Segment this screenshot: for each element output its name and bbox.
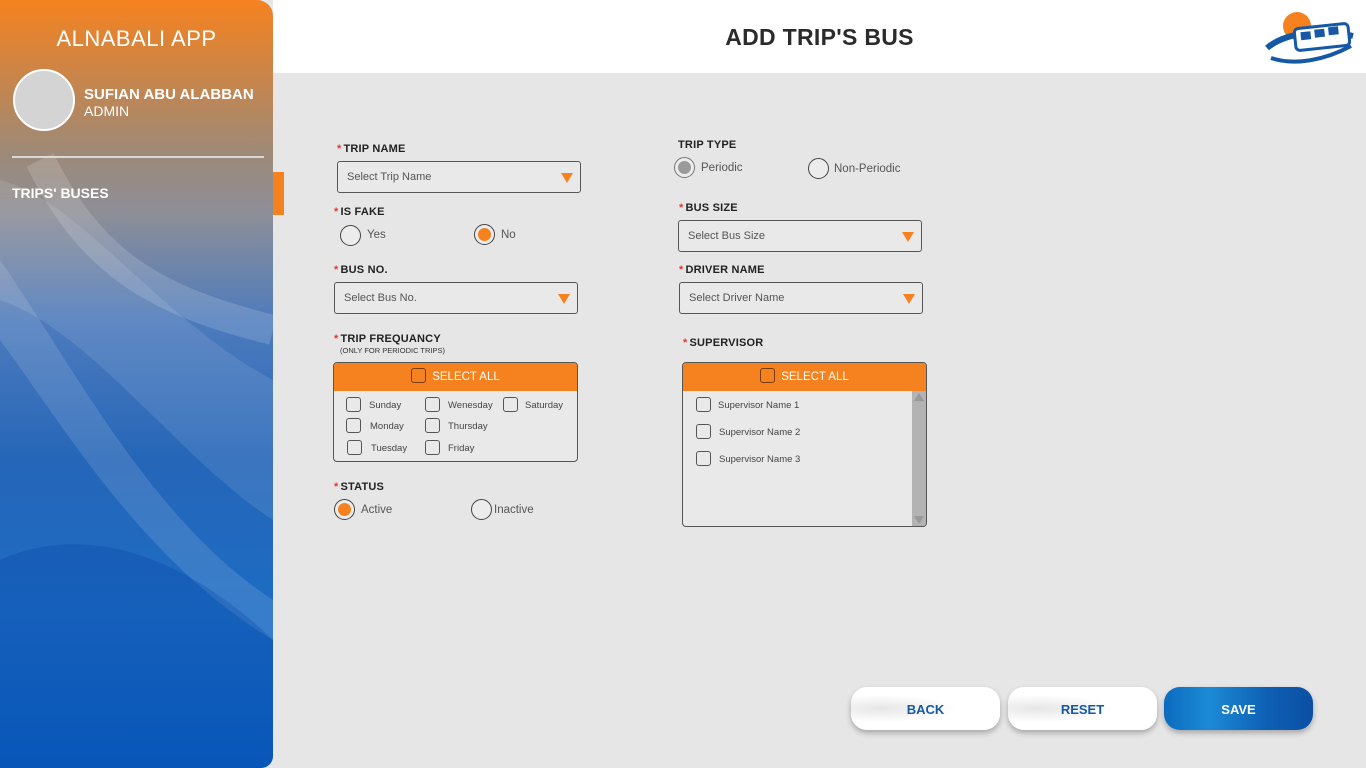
save-button[interactable]: SAVE	[1164, 687, 1313, 730]
supervisor-2-label: Supervisor Name 2	[719, 427, 801, 438]
scroll-down-icon[interactable]	[914, 516, 924, 524]
trip-frequency-note: (ONLY FOR PERIODIC TRIPS)	[340, 346, 446, 355]
wednesday-checkbox[interactable]	[425, 397, 440, 412]
trip-name-select[interactable]: Select Trip Name	[337, 161, 581, 193]
bus-size-label: * BUS SIZE	[679, 202, 738, 214]
frequency-select-all-bar[interactable]: SELECT ALL	[334, 363, 577, 391]
trip-frequency-label: * TRIP FREQUANCY	[334, 333, 441, 345]
bus-no-select[interactable]: Select Bus No.	[334, 282, 578, 314]
sunday-checkbox[interactable]	[346, 397, 361, 412]
supervisor-select-all-bar[interactable]: SELECT ALL	[683, 363, 926, 391]
monday-checkbox[interactable]	[346, 418, 361, 433]
avatar[interactable]	[13, 69, 75, 131]
supervisor-select-all-label: SELECT ALL	[781, 371, 849, 383]
status-active-radio[interactable]	[334, 499, 355, 520]
thursday-checkbox[interactable]	[425, 418, 440, 433]
saturday-label: Saturday	[525, 400, 564, 411]
bus-size-select[interactable]: Select Bus Size	[678, 220, 922, 252]
chevron-down-icon	[561, 173, 573, 183]
trip-type-periodic-radio[interactable]	[674, 157, 695, 178]
driver-name-placeholder: Select Driver Name	[689, 292, 785, 304]
driver-name-select[interactable]: Select Driver Name	[679, 282, 923, 314]
supervisor-label: * SUPERVISOR	[683, 337, 764, 349]
sunday-label: Sunday	[369, 400, 402, 411]
supervisor-3-checkbox[interactable]	[696, 451, 711, 466]
tuesday-checkbox[interactable]	[347, 440, 362, 455]
status-label: * STATUS	[334, 481, 385, 493]
driver-name-label: * DRIVER NAME	[679, 264, 765, 276]
supervisor-scrollbar[interactable]	[912, 391, 926, 526]
is-fake-no-label: No	[501, 229, 516, 241]
status-inactive-radio[interactable]	[471, 499, 492, 520]
wednesday-label: Wenesday	[448, 400, 493, 411]
trip-type-non-periodic-radio[interactable]	[808, 158, 829, 179]
chevron-down-icon	[902, 232, 914, 242]
trip-name-placeholder: Select Trip Name	[347, 171, 432, 183]
trip-frequency-box: SELECT ALL Sunday Wenesday Saturday Mond…	[333, 362, 578, 462]
supervisor-1-checkbox[interactable]	[696, 397, 711, 412]
chevron-down-icon	[558, 294, 570, 304]
supervisor-2-checkbox[interactable]	[696, 424, 711, 439]
bus-logo-icon	[1265, 12, 1354, 64]
tuesday-label: Tuesday	[371, 443, 408, 454]
is-fake-yes-label: Yes	[367, 229, 386, 241]
saturday-checkbox[interactable]	[503, 397, 518, 412]
friday-label: Friday	[448, 443, 475, 454]
bus-no-placeholder: Select Bus No.	[344, 292, 417, 304]
monday-label: Monday	[370, 421, 404, 432]
frequency-select-all-checkbox[interactable]	[411, 368, 427, 384]
friday-checkbox[interactable]	[425, 440, 440, 455]
trip-type-label: TRIP TYPE	[678, 139, 737, 151]
is-fake-yes-radio[interactable]	[340, 225, 361, 246]
user-name: SUFIAN ABU ALABBAN	[84, 86, 254, 103]
trip-type-periodic-label: Periodic	[701, 162, 743, 174]
back-button[interactable]: BACK	[851, 687, 1000, 730]
reset-button[interactable]: RESET	[1008, 687, 1157, 730]
is-fake-no-radio[interactable]	[474, 224, 495, 245]
status-inactive-label: Inactive	[494, 504, 534, 516]
trip-type-non-periodic-label: Non-Periodic	[834, 163, 901, 175]
bus-size-placeholder: Select Bus Size	[688, 230, 766, 242]
app-title: ALNABALI APP	[56, 26, 217, 51]
supervisor-box: SELECT ALL Supervisor Name 1 Supervisor …	[682, 362, 927, 527]
user-role: ADMIN	[84, 103, 130, 119]
status-active-label: Active	[361, 504, 393, 516]
scroll-up-icon[interactable]	[914, 393, 924, 401]
trip-name-label: * TRIP NAME	[337, 143, 406, 155]
supervisor-1-label: Supervisor Name 1	[718, 400, 800, 411]
supervisor-3-label: Supervisor Name 3	[719, 454, 801, 465]
active-item-marker	[273, 172, 284, 215]
is-fake-label: * IS FAKE	[334, 206, 385, 218]
bus-no-label: * BUS NO.	[334, 264, 388, 276]
frequency-select-all-label: SELECT ALL	[432, 371, 500, 383]
supervisor-select-all-checkbox[interactable]	[760, 368, 776, 384]
sidebar-item-trips-buses[interactable]: TRIPS' BUSES	[12, 185, 109, 201]
sidebar: ALNABALI APP SUFIAN ABU ALABBAN ADMIN TR…	[0, 0, 273, 768]
thursday-label: Thursday	[448, 421, 488, 432]
sidebar-divider	[12, 156, 264, 158]
header: ADD TRIP'S BUS	[273, 0, 1366, 73]
page-title: ADD TRIP'S BUS	[725, 24, 914, 50]
chevron-down-icon	[903, 294, 915, 304]
